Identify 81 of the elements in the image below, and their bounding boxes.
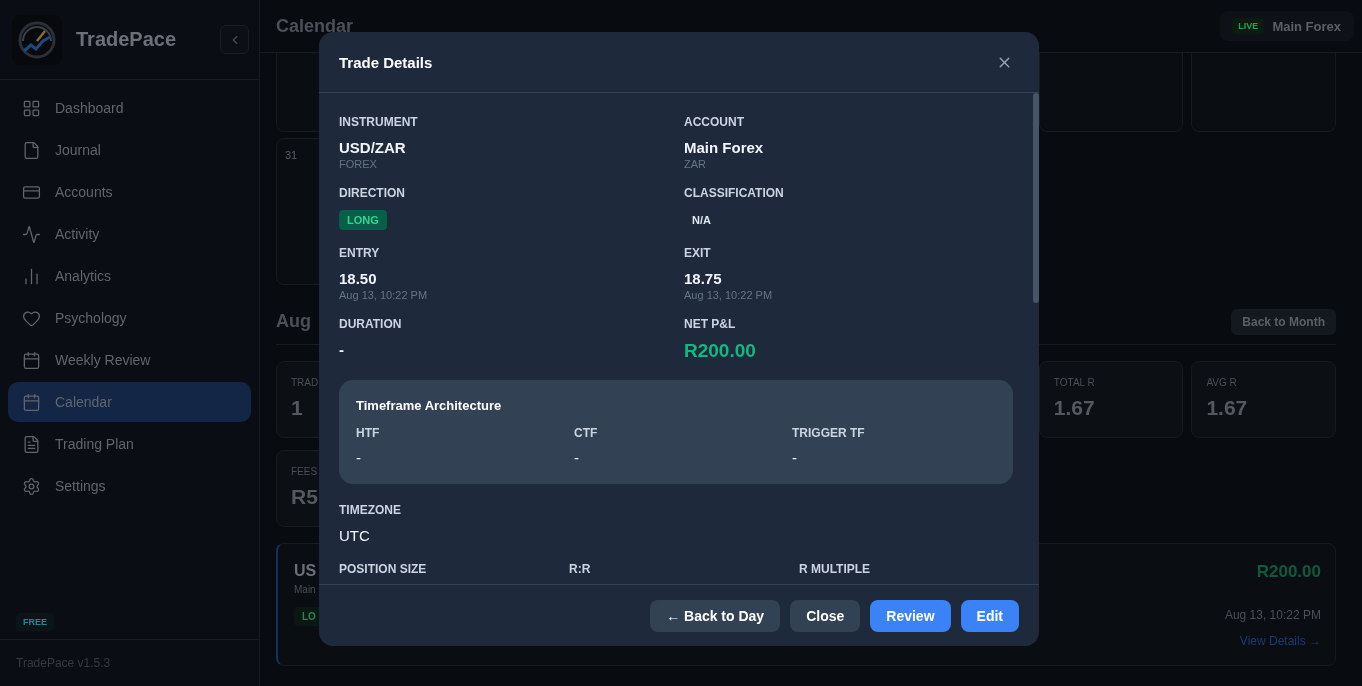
nav-icon <box>22 308 41 328</box>
dialog-button[interactable]: Edit <box>960 599 1019 632</box>
nav-item[interactable]: Trading Plan <box>8 424 251 464</box>
back-to-month-button[interactable]: Back to Month <box>1231 308 1336 335</box>
status-badge: LIVE <box>1232 18 1265 34</box>
nav-item[interactable]: Calendar <box>8 382 251 422</box>
nav-icon <box>22 98 41 118</box>
field-subtext: Aug 13, 10:22 PM <box>684 289 774 301</box>
field-value: USD/ZAR <box>339 139 407 157</box>
day-heading: Aug <box>276 311 311 332</box>
nav-icon <box>22 434 41 454</box>
field-badge: LONG <box>339 210 387 230</box>
stat-label: TOTAL R <box>1053 377 1095 388</box>
field-label: DURATION <box>339 316 403 332</box>
stat-label: TRAD <box>291 377 319 388</box>
field-subtext: FOREX <box>339 158 378 170</box>
day-number: 31 <box>285 149 298 161</box>
field-value: - <box>339 341 345 359</box>
field-value: UTC <box>339 527 371 544</box>
field-value: Main Forex <box>684 139 765 157</box>
trade-symbol: US <box>294 562 317 580</box>
pnl-value: R200.00 <box>684 340 757 362</box>
brand-name: TradePace <box>76 28 178 51</box>
stat-value: 1.67 <box>1206 396 1248 420</box>
field-label: NET P&L <box>684 316 737 332</box>
nav-item[interactable]: Analytics <box>8 256 251 296</box>
dialog-title: Trade Details <box>339 53 433 71</box>
field-label: DIRECTION <box>339 185 406 201</box>
trade-account: Main <box>294 584 316 595</box>
nav-item[interactable]: Settings <box>8 466 251 506</box>
nav-item[interactable]: Accounts <box>8 172 251 212</box>
field-value: - <box>792 449 798 466</box>
plan-badge: FREE <box>16 613 54 631</box>
nav-icon <box>22 350 41 370</box>
calendar-cell[interactable] <box>1038 53 1184 132</box>
nav-item[interactable]: Psychology <box>8 298 251 338</box>
collapse-button[interactable] <box>220 25 249 54</box>
field-label: TRIGGER TF <box>792 425 866 441</box>
logo-icon <box>12 14 62 65</box>
field-subtext: Aug 13, 10:22 PM <box>339 289 429 301</box>
account-name: Main Forex <box>1272 18 1341 34</box>
nav-icon <box>22 140 41 160</box>
field-label: R:R <box>569 561 592 577</box>
field-label: ACCOUNT <box>684 114 745 130</box>
view-details-link[interactable]: View Details → <box>1239 634 1321 648</box>
stat-value: 1 <box>291 396 303 420</box>
field-label: INSTRUMENT <box>339 114 419 130</box>
field-label: CTF <box>574 425 599 441</box>
field-value: 18.75 <box>684 270 723 288</box>
field-label: POSITION SIZE <box>339 561 428 577</box>
dialog-button[interactable]: Review <box>870 599 951 632</box>
stat-value: R5 <box>291 485 318 509</box>
field-label: ENTRY <box>339 245 381 261</box>
dialog-button[interactable]: ← Back to Day <box>650 599 781 632</box>
account-selector[interactable]: LIVE Main Forex <box>1220 11 1354 41</box>
scrollbar[interactable] <box>1033 93 1039 303</box>
field-value: - <box>356 449 362 466</box>
panel-title: Timeframe Architecture <box>356 398 503 413</box>
nav-item[interactable]: Dashboard <box>8 88 251 128</box>
field-value: - <box>574 449 580 466</box>
stat-label: FEES <box>291 466 318 477</box>
nav-item[interactable]: Journal <box>8 130 251 170</box>
field-label: HTF <box>356 425 381 441</box>
field-label: R MULTIPLE <box>799 561 872 577</box>
dialog-button[interactable]: Close <box>790 599 861 632</box>
field-label: TIMEZONE <box>339 502 402 518</box>
trade-time: Aug 13, 10:22 PM <box>1224 608 1321 622</box>
field-label: EXIT <box>684 245 712 261</box>
nav-icon <box>22 224 41 244</box>
page-title: Calendar <box>276 15 354 37</box>
nav-icon <box>22 476 41 496</box>
field-value: 18.50 <box>339 270 378 288</box>
stat-label: AVG R <box>1206 377 1237 388</box>
nav-item[interactable]: Weekly Review <box>8 340 251 380</box>
nav-icon <box>22 266 41 286</box>
nav-item[interactable]: Activity <box>8 214 251 254</box>
stat-value: 1.67 <box>1053 396 1095 420</box>
field-subtext: ZAR <box>684 158 707 170</box>
nav-icon <box>22 392 41 412</box>
field-label: CLASSIFICATION <box>684 185 785 201</box>
trade-pnl: R200.00 <box>1256 562 1321 582</box>
